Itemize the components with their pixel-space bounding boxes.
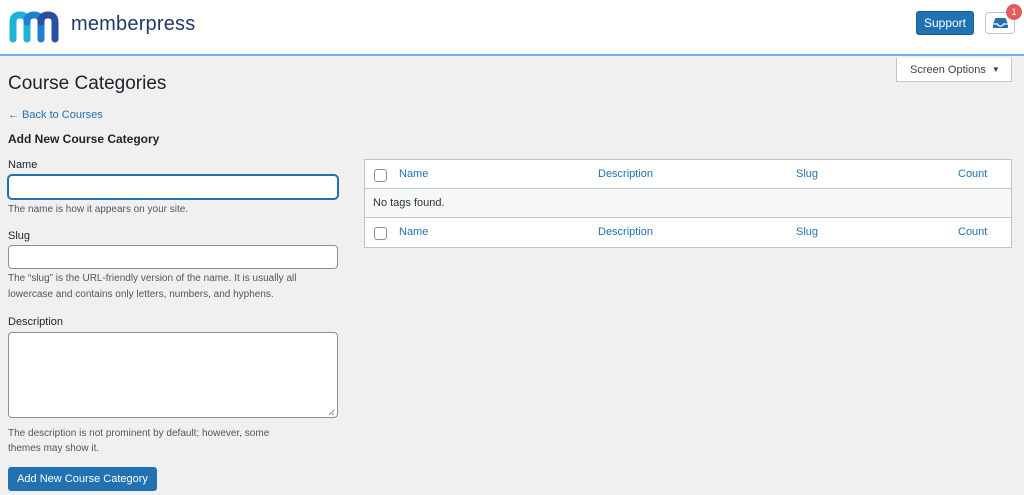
slug-help-text-line-1: The “slug” is the URL-friendly version o… <box>8 273 297 284</box>
screen-options-label: Screen Options <box>910 64 986 76</box>
table-footer-row: Name Description Slug Count <box>365 218 1011 247</box>
description-help-text-line-1: The description is not prominent by defa… <box>8 428 270 439</box>
select-all-checkbox-footer[interactable] <box>374 227 387 240</box>
support-button[interactable]: Support <box>916 11 974 35</box>
column-footer-slug[interactable]: Slug <box>796 226 818 238</box>
column-header-name[interactable]: Name <box>399 168 428 180</box>
column-footer-count[interactable]: Count <box>958 226 987 238</box>
slug-help-text-line-2: lowercase and contains only letters, num… <box>8 289 274 300</box>
slug-input[interactable] <box>8 245 338 269</box>
description-help-text-line-2: themes may show it. <box>8 443 100 454</box>
top-bar: memberpress Support 1 <box>0 0 1024 56</box>
resize-handle-icon[interactable] <box>328 409 335 416</box>
notification-badge: 1 <box>1006 4 1022 20</box>
description-label: Description <box>8 316 64 328</box>
memberpress-logo-icon <box>9 11 59 43</box>
description-textarea[interactable] <box>8 332 338 418</box>
brand-name: memberpress <box>71 13 196 35</box>
select-all-checkbox[interactable] <box>374 169 387 182</box>
name-help-text: The name is how it appears on your site. <box>8 204 189 215</box>
column-footer-name[interactable]: Name <box>399 226 428 238</box>
table-header-row: Name Description Slug Count <box>365 160 1011 189</box>
empty-message: No tags found. <box>373 197 445 209</box>
column-header-description[interactable]: Description <box>598 168 653 180</box>
add-category-heading: Add New Course Category <box>8 132 160 146</box>
name-label: Name <box>8 159 38 171</box>
page-title: Course Categories <box>8 73 167 94</box>
caret-down-icon: ▼ <box>991 65 1000 74</box>
name-input[interactable] <box>8 175 338 199</box>
categories-table: Name Description Slug Count No tags foun… <box>364 159 1012 248</box>
back-to-courses-link[interactable]: ← Back to Courses <box>8 109 103 121</box>
column-footer-description[interactable]: Description <box>598 226 653 238</box>
add-new-course-category-button[interactable]: Add New Course Category <box>8 467 157 491</box>
screen-options-button[interactable]: Screen Options ▼ <box>896 58 1012 82</box>
column-header-count[interactable]: Count <box>958 168 987 180</box>
column-header-slug[interactable]: Slug <box>796 168 818 180</box>
table-row: No tags found. <box>365 189 1011 218</box>
inbox-icon <box>993 18 1008 28</box>
slug-label: Slug <box>8 230 31 242</box>
